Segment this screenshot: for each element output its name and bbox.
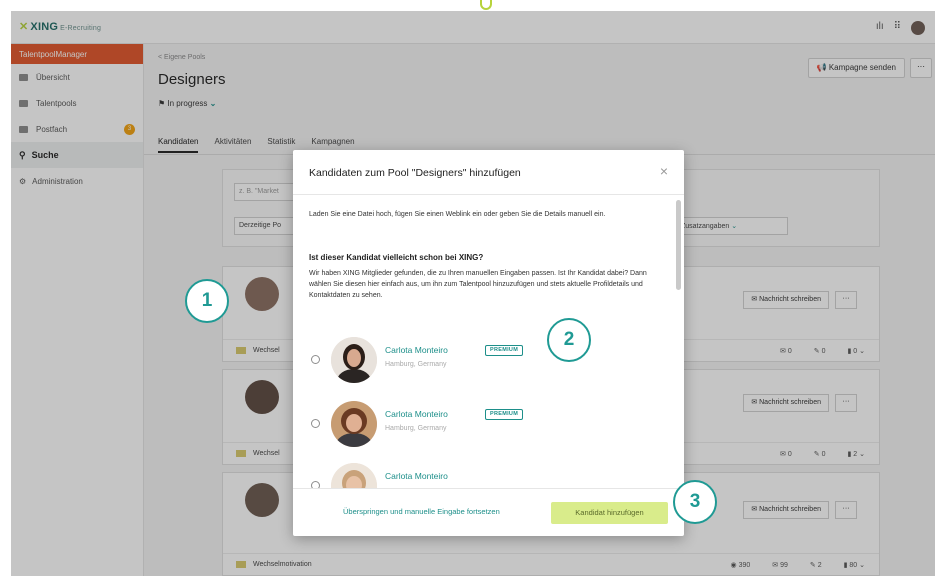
- add-candidate-dialog: Kandidaten zum Pool "Designers" hinzufüg…: [293, 150, 684, 536]
- candidate-name[interactable]: Carlota Monteiro: [385, 409, 448, 419]
- decorative-marker: [480, 0, 492, 10]
- callout-marker-1: 1: [185, 279, 229, 323]
- candidate-radio[interactable]: [311, 419, 320, 428]
- skip-link[interactable]: Überspringen und manuelle Eingabe fortse…: [343, 507, 500, 516]
- candidate-option[interactable]: Carlota Monteiro PREMIUM Hamburg, German…: [309, 396, 649, 456]
- premium-badge: PREMIUM: [485, 345, 524, 356]
- premium-badge: PREMIUM: [485, 409, 524, 420]
- candidate-photo: [331, 337, 377, 383]
- close-icon[interactable]: ×: [660, 163, 668, 179]
- candidate-name[interactable]: Carlota Monteiro: [385, 471, 448, 481]
- candidate-name[interactable]: Carlota Monteiro: [385, 345, 448, 355]
- dialog-title: Kandidaten zum Pool "Designers" hinzufüg…: [309, 167, 521, 179]
- callout-marker-3: 3: [673, 480, 717, 524]
- candidate-photo: [331, 463, 377, 488]
- candidate-location: Hamburg, Germany: [385, 425, 447, 432]
- dialog-footer: Überspringen und manuelle Eingabe fortse…: [293, 488, 684, 536]
- dialog-intro: Laden Sie eine Datei hoch, fügen Sie ein…: [309, 211, 606, 218]
- candidate-radio[interactable]: [311, 355, 320, 364]
- add-candidate-button[interactable]: Kandidat hinzufügen: [551, 502, 668, 524]
- candidate-photo: [331, 401, 377, 447]
- candidate-option[interactable]: Carlota Monteiro PREMIUM Hamburg, German…: [309, 332, 649, 392]
- dialog-body[interactable]: Laden Sie eine Datei hoch, fügen Sie ein…: [293, 196, 684, 488]
- screenshot-frame: ✕ XING E-Recruiting ılı ⠿ TalentpoolManage…: [0, 0, 935, 576]
- dialog-header: Kandidaten zum Pool "Designers" hinzufüg…: [293, 150, 684, 195]
- candidate-option[interactable]: Carlota Monteiro: [309, 458, 649, 488]
- dialog-question: Ist dieser Kandidat vielleicht schon bei…: [309, 253, 484, 262]
- dialog-description: Wir haben XING Mitglieder gefunden, die …: [309, 270, 647, 299]
- candidate-location: Hamburg, Germany: [385, 361, 447, 368]
- dialog-scrollbar[interactable]: [676, 200, 681, 290]
- callout-marker-2: 2: [547, 318, 591, 362]
- candidate-radio[interactable]: [311, 481, 320, 488]
